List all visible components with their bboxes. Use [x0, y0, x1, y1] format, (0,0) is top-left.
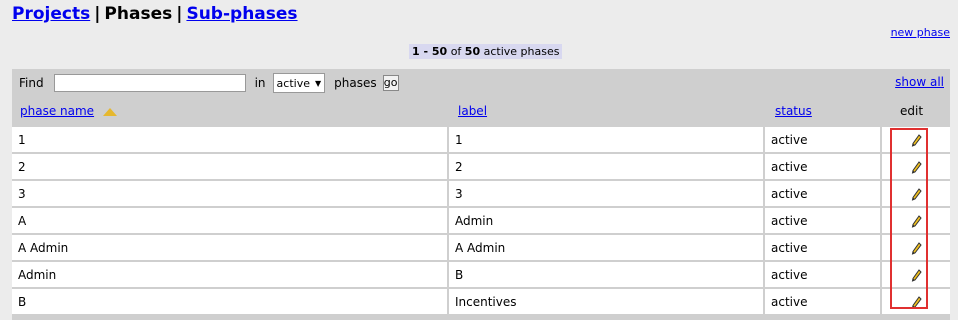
label-cell: B: [448, 262, 766, 287]
phase-name-sort-link[interactable]: phase name: [20, 104, 94, 118]
phase-name-cell: Admin: [12, 262, 449, 287]
label-cell: 3: [448, 181, 766, 206]
pencil-edit-icon[interactable]: [911, 214, 922, 228]
edit-column-header: edit: [900, 104, 924, 118]
status-cell: active: [765, 154, 883, 179]
edit-cell: [882, 289, 950, 314]
nav-separator: |: [94, 4, 101, 24]
phase-name-cell: A: [12, 208, 449, 233]
edit-cell: [882, 181, 950, 206]
table-row: B Incentives active: [12, 289, 950, 314]
nav-projects-link[interactable]: Projects: [12, 4, 90, 24]
result-count: 1 - 50 of 50 active phases: [409, 44, 563, 59]
table-row: Admin Bactive: [12, 262, 950, 287]
label-cell: A Admin: [448, 235, 766, 260]
status-cell: active: [765, 127, 883, 152]
status-cell: active: [765, 181, 883, 206]
nav-phases-current: Phases: [104, 4, 173, 24]
edit-cell: [882, 262, 950, 287]
new-phase-link[interactable]: new phase: [891, 26, 950, 39]
pencil-edit-icon[interactable]: [911, 241, 922, 255]
in-label: in: [254, 76, 266, 90]
table-row: 1 1 active: [12, 127, 950, 152]
result-total: 50: [464, 45, 481, 58]
label-sort-link[interactable]: label: [458, 104, 487, 118]
edit-cell: [882, 127, 950, 152]
pencil-edit-icon[interactable]: [911, 295, 922, 309]
pencil-edit-icon[interactable]: [911, 268, 922, 282]
phase-name-cell: 1: [12, 127, 449, 152]
phases-table: 1 1 active 2 2 active 3 3 active A Admin active A Ad…: [12, 125, 950, 316]
phase-name-cell: 3: [12, 181, 449, 206]
table-row: 2 2 active: [12, 154, 950, 179]
table-row: 3 3 active: [12, 181, 950, 206]
result-suffix: active phases: [483, 45, 560, 58]
status-cell: active: [765, 208, 883, 233]
nav-subphases-link[interactable]: Sub-phases: [186, 4, 297, 24]
status-select-value: active: [276, 76, 310, 90]
edit-cell: [882, 235, 950, 260]
edit-cell: [882, 208, 950, 233]
phase-name-cell: 2: [12, 154, 449, 179]
pencil-edit-icon[interactable]: [911, 133, 922, 147]
pencil-edit-icon[interactable]: [911, 160, 922, 174]
go-button[interactable]: go: [382, 75, 399, 91]
status-cell: active: [765, 289, 883, 314]
find-label: Find: [19, 76, 44, 90]
pencil-edit-icon[interactable]: [911, 187, 922, 201]
filter-bar: Find in active ▼ phases go: [12, 69, 950, 97]
show-all-link[interactable]: show all: [895, 75, 944, 89]
status-sort-link[interactable]: status: [775, 104, 812, 118]
status-select[interactable]: active ▼: [272, 73, 326, 93]
label-cell: Incentives: [448, 289, 766, 314]
label-cell: Admin: [448, 208, 766, 233]
section-nav: Projects | Phases | Sub-phases: [12, 4, 298, 24]
label-cell: 2: [448, 154, 766, 179]
status-cell: active: [765, 262, 883, 287]
find-input[interactable]: [53, 74, 246, 92]
status-cell: active: [765, 235, 883, 260]
chevron-down-icon: ▼: [314, 78, 322, 88]
phases-panel: Find in active ▼ phases go show all phas…: [12, 69, 950, 320]
phases-label: phases: [334, 76, 377, 90]
label-cell: 1: [448, 127, 766, 152]
edit-cell: [882, 154, 950, 179]
table-header: phase name label status edit: [12, 97, 950, 124]
result-of: of: [450, 45, 462, 58]
phase-name-cell: B: [12, 289, 449, 314]
nav-separator: |: [176, 4, 183, 24]
table-row: A Admin A Admin active: [12, 235, 950, 260]
result-range: 1 - 50: [412, 45, 448, 58]
table-row: A Admin active: [12, 208, 950, 233]
phase-name-cell: A Admin: [12, 235, 449, 260]
sort-ascending-icon[interactable]: [103, 108, 118, 116]
